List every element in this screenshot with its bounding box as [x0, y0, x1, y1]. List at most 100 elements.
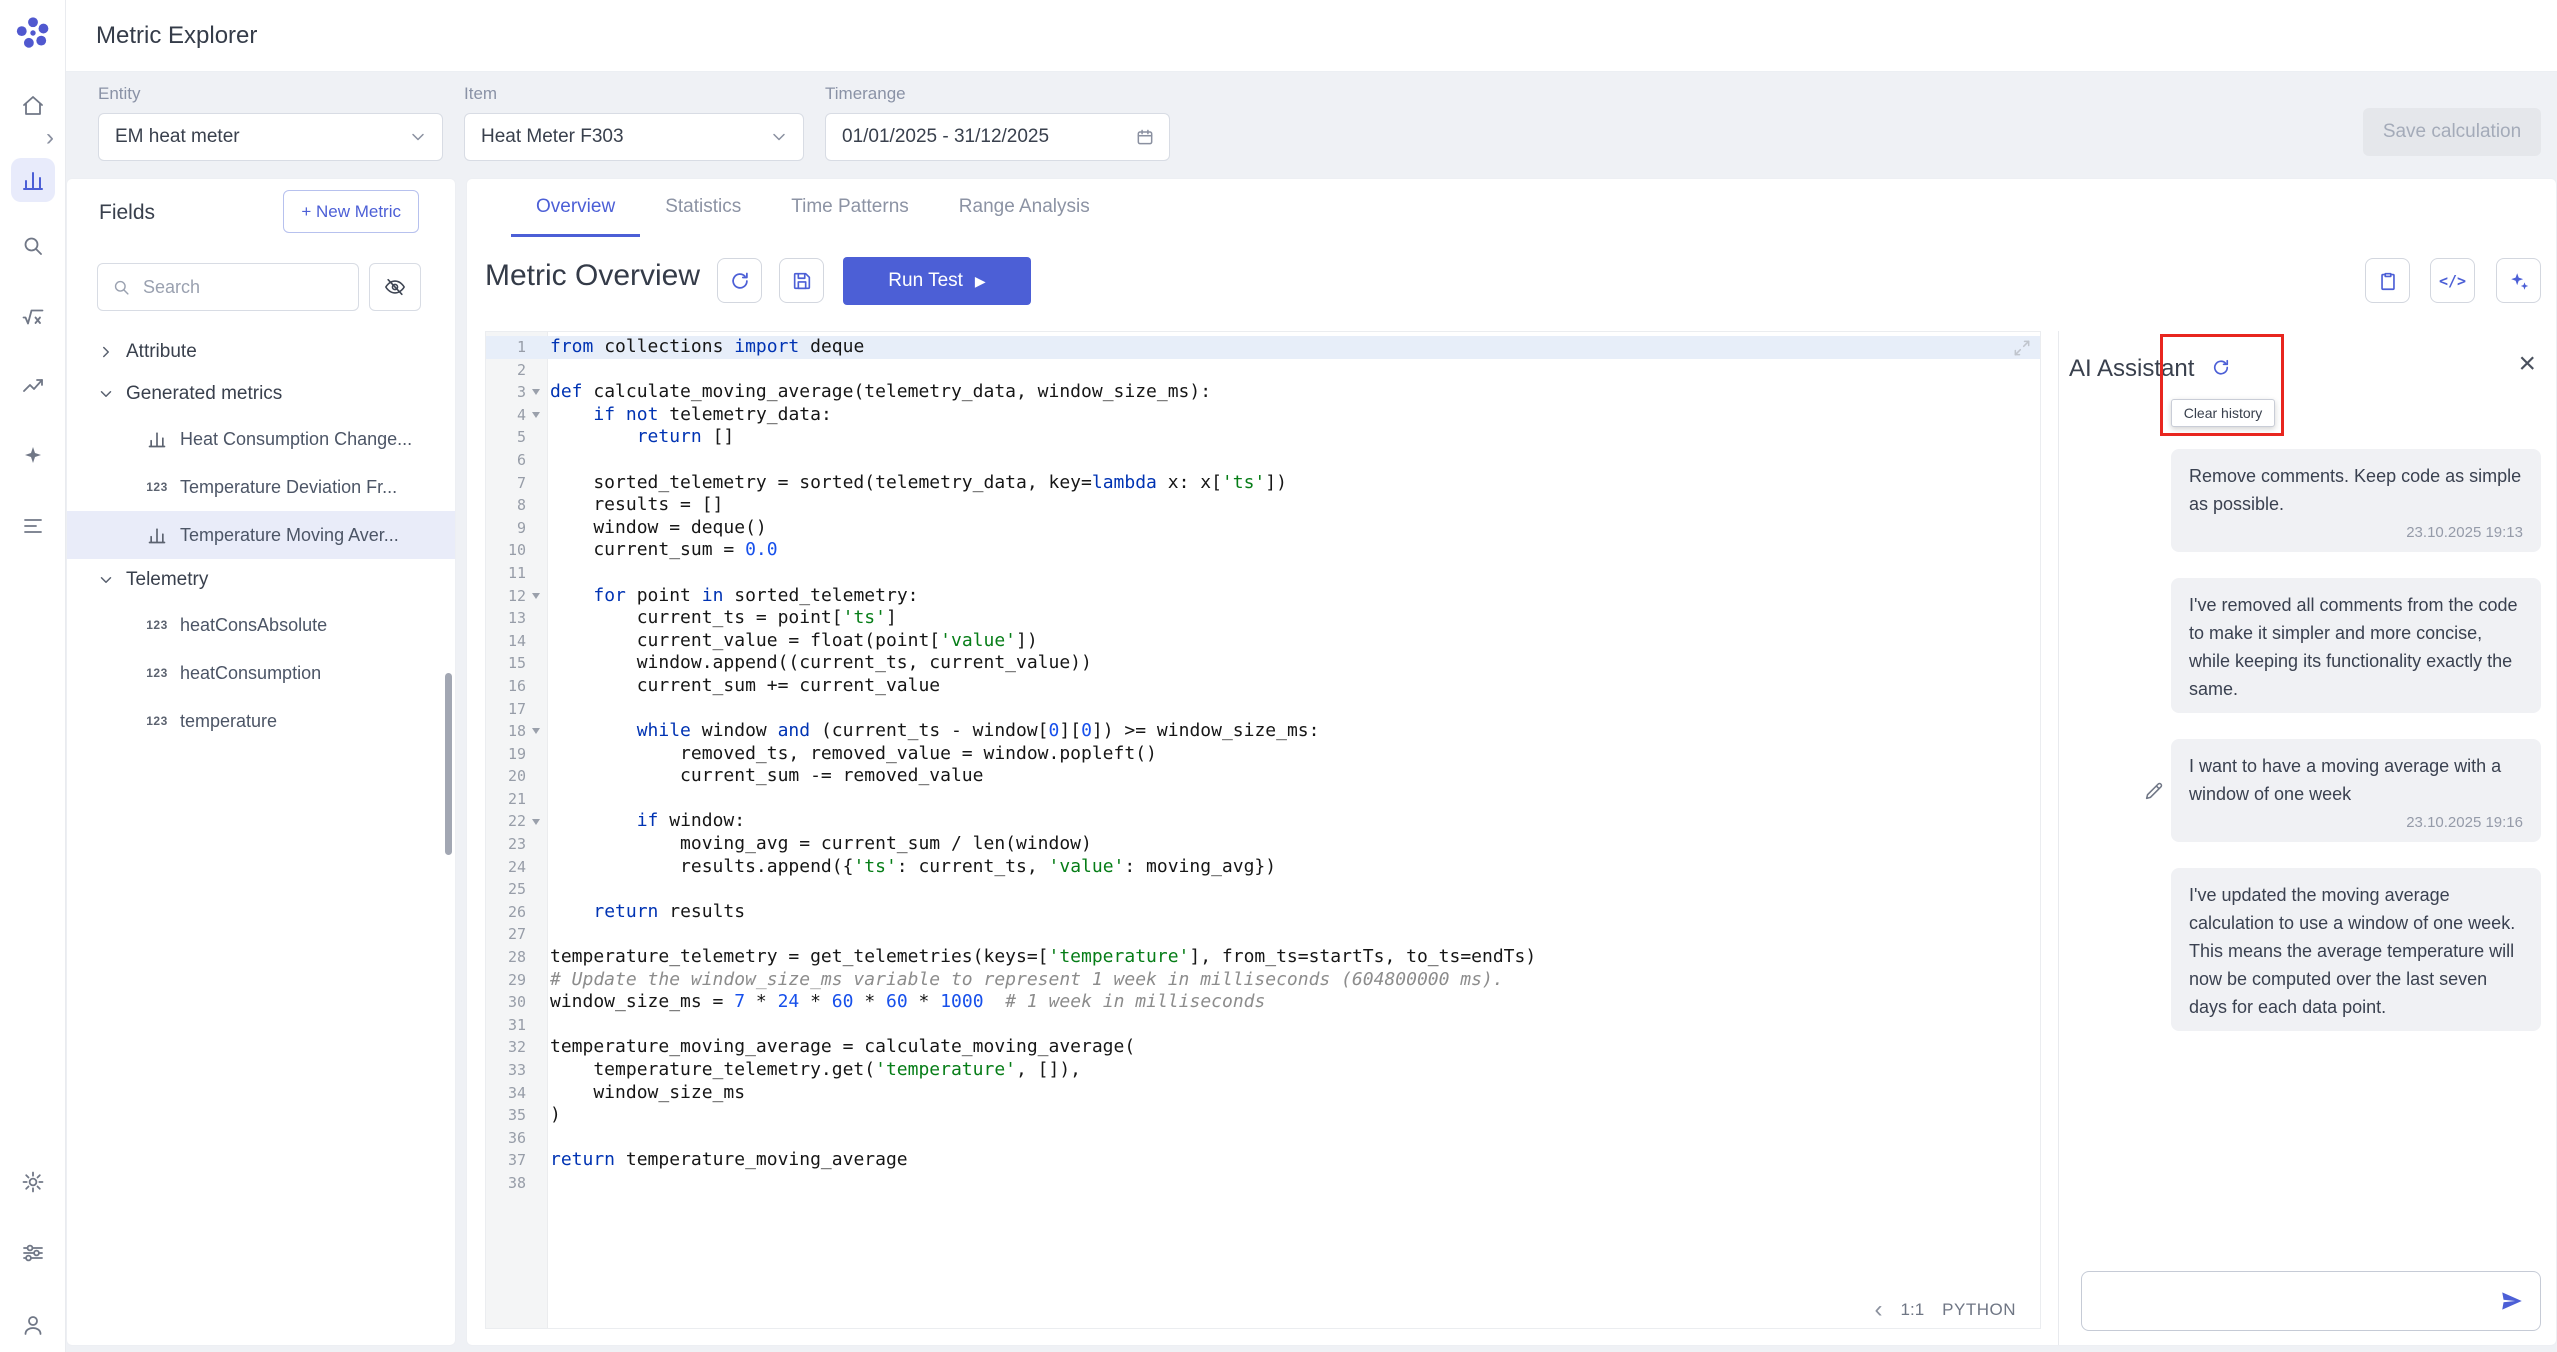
code-line[interactable]: 16 current_sum += current_value: [486, 675, 2040, 698]
code-line[interactable]: 1from collections import deque: [486, 336, 2040, 359]
expand-sidebar-icon[interactable]: ›: [46, 128, 54, 148]
trends-nav-icon[interactable]: [11, 364, 55, 408]
code-line[interactable]: 30window_size_ms = 7 * 24 * 60 * 60 * 10…: [486, 991, 2040, 1014]
code-line[interactable]: 27: [486, 923, 2040, 946]
copy-clipboard-button[interactable]: [2365, 258, 2410, 303]
code-line[interactable]: 19 removed_ts, removed_value = window.po…: [486, 743, 2040, 766]
fold-icon[interactable]: [532, 412, 540, 418]
code-line[interactable]: 5 return []: [486, 426, 2040, 449]
fold-icon[interactable]: [532, 593, 540, 599]
code-line[interactable]: 36: [486, 1127, 2040, 1150]
code-line[interactable]: 13 current_ts = point['ts']: [486, 607, 2040, 630]
clear-history-button[interactable]: [2205, 351, 2237, 383]
sparkle-nav-icon[interactable]: [11, 434, 55, 478]
code-line[interactable]: 37return temperature_moving_average: [486, 1149, 2040, 1172]
code-line[interactable]: 14 current_value = float(point['value']): [486, 630, 2040, 653]
new-metric-button[interactable]: + New Metric: [283, 190, 419, 233]
code-line[interactable]: 28temperature_telemetry = get_telemetrie…: [486, 946, 2040, 969]
tab-statistics[interactable]: Statistics: [640, 179, 766, 237]
search-nav-icon[interactable]: [11, 224, 55, 268]
code-line[interactable]: 17: [486, 698, 2040, 721]
user-profile-icon[interactable]: [11, 1303, 55, 1347]
code-line[interactable]: 38: [486, 1172, 2040, 1195]
code-line[interactable]: 3def calculate_moving_average(telemetry_…: [486, 381, 2040, 404]
tree-item-temperature-deviation-fr[interactable]: 123Temperature Deviation Fr...: [67, 463, 455, 511]
code-line[interactable]: 2: [486, 359, 2040, 382]
tab-time-patterns[interactable]: Time Patterns: [766, 179, 934, 237]
save-metric-button[interactable]: [779, 258, 824, 303]
tree-item-heat-consumption-change[interactable]: Heat Consumption Change...: [67, 415, 455, 463]
app-logo-icon[interactable]: [14, 14, 52, 52]
fold-icon[interactable]: [532, 819, 540, 825]
run-test-button[interactable]: Run Test ▶: [843, 257, 1031, 305]
code-line[interactable]: 6: [486, 449, 2040, 472]
save-calculation-button[interactable]: Save calculation: [2363, 108, 2541, 156]
code-line[interactable]: 33 temperature_telemetry.get('temperatur…: [486, 1059, 2040, 1082]
formula-nav-icon[interactable]: [11, 294, 55, 338]
tree-section-generated-metrics[interactable]: Generated metrics: [67, 373, 455, 415]
code-line[interactable]: 20 current_sum -= removed_value: [486, 765, 2040, 788]
code-line[interactable]: 35): [486, 1104, 2040, 1127]
tree-item-heatconsabsolute[interactable]: 123heatConsAbsolute: [67, 601, 455, 649]
close-icon[interactable]: ×: [2518, 349, 2536, 379]
code-line[interactable]: 26 return results: [486, 901, 2040, 924]
home-icon[interactable]: [11, 84, 55, 128]
tree-item-temperature[interactable]: 123temperature: [67, 697, 455, 745]
chat-input[interactable]: [2098, 1290, 2498, 1313]
search-input[interactable]: [141, 276, 348, 299]
code-line[interactable]: 9 window = deque(): [486, 517, 2040, 540]
chevron-left-icon[interactable]: ‹: [1875, 1300, 1883, 1320]
line-number: 9: [486, 517, 526, 540]
tree-item-heatconsumption[interactable]: 123heatConsumption: [67, 649, 455, 697]
code-line[interactable]: 24 results.append({'ts': current_ts, 'va…: [486, 856, 2040, 879]
edit-message-icon[interactable]: [2143, 780, 2165, 802]
code-line[interactable]: 31: [486, 1014, 2040, 1037]
expand-editor-icon[interactable]: [2012, 338, 2032, 362]
line-number: 26: [486, 901, 526, 924]
code-line[interactable]: 4 if not telemetry_data:: [486, 404, 2040, 427]
tab-range-analysis[interactable]: Range Analysis: [934, 179, 1115, 237]
code-line[interactable]: 21: [486, 788, 2040, 811]
sliders-icon[interactable]: [11, 1231, 55, 1275]
fold-icon[interactable]: [532, 728, 540, 734]
editor-language[interactable]: PYTHON: [1942, 1300, 2016, 1320]
timerange-value: 01/01/2025 - 31/12/2025: [842, 126, 1135, 148]
code-line[interactable]: 25: [486, 878, 2040, 901]
fold-icon[interactable]: [532, 389, 540, 395]
code-line[interactable]: 23 moving_avg = current_sum / len(window…: [486, 833, 2040, 856]
tree-item-temperature-moving-aver[interactable]: Temperature Moving Aver...: [67, 511, 455, 559]
scrollbar[interactable]: [445, 673, 452, 855]
timerange-input[interactable]: 01/01/2025 - 31/12/2025: [825, 113, 1170, 161]
send-message-button[interactable]: [2498, 1287, 2526, 1315]
code-editor[interactable]: 1from collections import deque23def calc…: [485, 331, 2041, 1329]
gear-icon[interactable]: [11, 1160, 55, 1204]
ai-assistant-button[interactable]: [2496, 258, 2541, 303]
tab-overview[interactable]: Overview: [511, 179, 640, 237]
entity-select[interactable]: EM heat meter: [98, 113, 443, 161]
code-line[interactable]: 12 for point in sorted_telemetry:: [486, 585, 2040, 608]
code-line[interactable]: 15 window.append((current_ts, current_va…: [486, 652, 2040, 675]
code-line[interactable]: 11: [486, 562, 2040, 585]
code-line[interactable]: 34 window_size_ms: [486, 1082, 2040, 1105]
code-line[interactable]: 18 while window and (current_ts - window…: [486, 720, 2040, 743]
calendar-icon[interactable]: [1135, 127, 1155, 147]
tree-section-telemetry[interactable]: Telemetry: [67, 559, 455, 601]
code-line[interactable]: 22 if window:: [486, 810, 2040, 833]
top-header: Metric Explorer: [66, 0, 2557, 72]
code-view-button[interactable]: </>: [2430, 258, 2475, 303]
tree-section-attribute[interactable]: Attribute: [67, 331, 455, 373]
refresh-metric-button[interactable]: [717, 258, 762, 303]
code-line[interactable]: 29# Update the window_size_ms variable t…: [486, 969, 2040, 992]
toggle-hidden-fields-button[interactable]: [369, 263, 421, 311]
search-box: [97, 263, 359, 311]
code-line[interactable]: 8 results = []: [486, 494, 2040, 517]
bar-chart-icon: [143, 525, 171, 545]
menu-list-nav-icon[interactable]: [11, 504, 55, 548]
line-number: 29: [486, 969, 526, 992]
metric-explorer-nav-icon[interactable]: [11, 158, 55, 202]
line-number: 18: [486, 720, 526, 743]
code-line[interactable]: 7 sorted_telemetry = sorted(telemetry_da…: [486, 472, 2040, 495]
code-line[interactable]: 10 current_sum = 0.0: [486, 539, 2040, 562]
item-select[interactable]: Heat Meter F303: [464, 113, 804, 161]
code-line[interactable]: 32temperature_moving_average = calculate…: [486, 1036, 2040, 1059]
